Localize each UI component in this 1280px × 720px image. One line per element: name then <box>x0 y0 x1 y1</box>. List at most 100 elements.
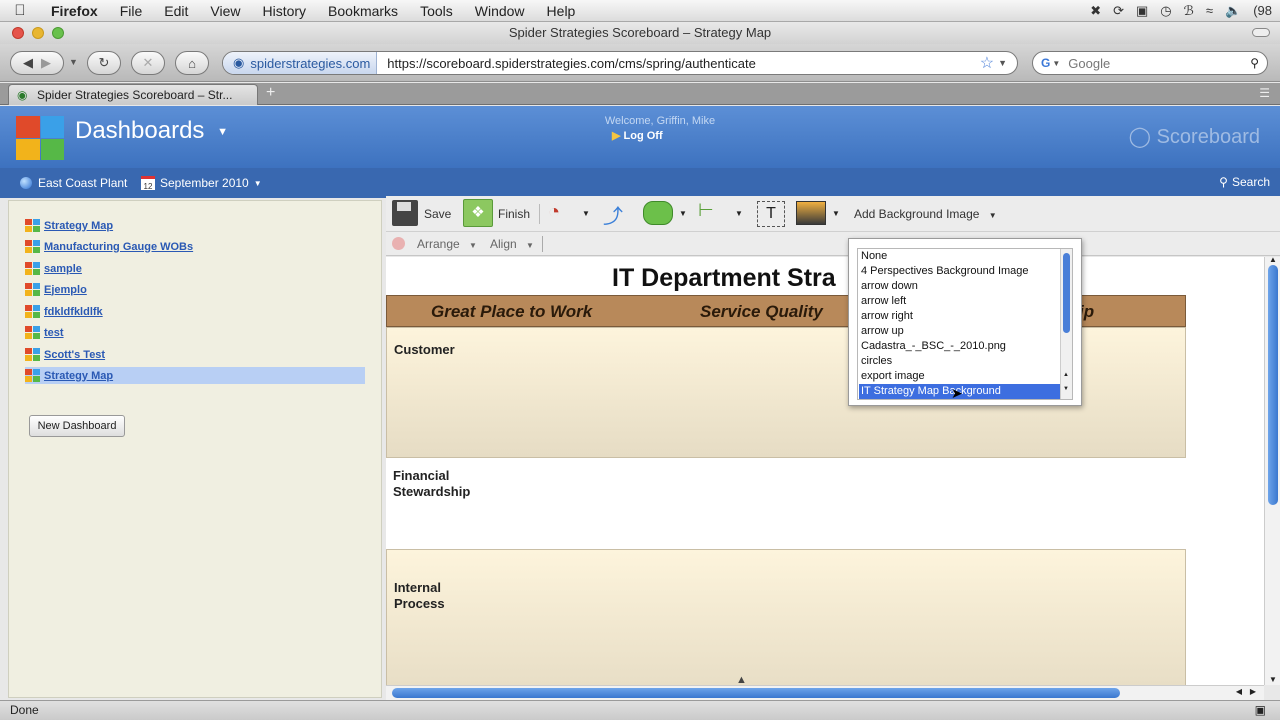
dashboards-title[interactable]: Dashboards ▼ <box>75 117 228 145</box>
display-icon[interactable]: ▣ <box>1136 3 1148 19</box>
reload-button[interactable]: ↻ <box>87 51 121 75</box>
bg-option-arrow-down[interactable]: arrow down <box>859 279 1061 294</box>
collapse-caret-icon[interactable]: ▲ <box>736 674 747 685</box>
menu-tools[interactable]: Tools <box>409 3 464 19</box>
scroll-left-icon[interactable]: ◀ <box>1236 687 1242 696</box>
scroll-up-icon[interactable]: ▲ <box>1063 372 1069 378</box>
bg-option-export-image[interactable]: export image <box>859 369 1061 384</box>
canvas-vertical-scrollbar[interactable]: ▲ ▼ <box>1264 255 1280 685</box>
time-machine-icon[interactable]: ◷ <box>1160 3 1171 19</box>
menu-app-name[interactable]: Firefox <box>40 3 109 19</box>
finish-button[interactable]: Finish <box>498 207 530 221</box>
chevron-down-icon[interactable]: ▼ <box>217 126 228 138</box>
dashboard-item-sample[interactable]: sample <box>25 260 365 277</box>
menu-window[interactable]: Window <box>464 3 536 19</box>
scroll-down-icon[interactable]: ▼ <box>1063 386 1069 392</box>
menu-edit[interactable]: Edit <box>153 3 199 19</box>
add-connector-icon[interactable]: ⤴ <box>603 200 633 228</box>
close-window-button[interactable] <box>12 27 24 39</box>
menu-history[interactable]: History <box>251 3 317 19</box>
search-input[interactable]: Google <box>1068 56 1250 71</box>
toolbar-toggle-button[interactable] <box>1252 28 1270 37</box>
scroll-down-icon[interactable]: ▼ <box>1269 675 1277 684</box>
dashboard-item-strategy-map[interactable]: Strategy Map <box>25 217 365 234</box>
new-dashboard-button[interactable]: New Dashboard <box>29 415 125 437</box>
apple-icon[interactable]:  <box>0 2 40 19</box>
site-identity-button[interactable]: ◉ spiderstrategies.com <box>223 52 378 74</box>
add-tree-dropdown-icon[interactable]: ▼ <box>735 209 743 218</box>
dashboard-item-strategy-map-selected[interactable]: Strategy Map <box>25 367 365 384</box>
dashboard-item-scotts-test[interactable]: Scott's Test <box>25 346 365 363</box>
arrange-menu[interactable]: Arrange ▼ <box>417 237 477 251</box>
bg-option-cadastra[interactable]: Cadastra_-_BSC_-_2010.png <box>859 339 1061 354</box>
tab-scoreboard[interactable]: ◉ Spider Strategies Scoreboard – Str... <box>8 84 258 105</box>
row-band-internal-process[interactable]: Internal Process <box>386 549 1186 685</box>
listbox-scrollbar[interactable]: ▲ ▼ <box>1060 249 1072 399</box>
new-tab-button[interactable]: + <box>266 84 275 102</box>
close-x-icon[interactable]: ✖ <box>1090 3 1101 19</box>
organization-selector[interactable]: East Coast Plant <box>20 176 127 190</box>
text-tool-icon[interactable]: T <box>757 201 785 227</box>
search-link[interactable]: ⚲ Search <box>1219 175 1270 189</box>
magnifier-icon[interactable]: ⚲ <box>1250 56 1259 70</box>
menu-help[interactable]: Help <box>536 3 587 19</box>
stop-button[interactable]: ✕ <box>131 51 165 75</box>
google-icon[interactable]: G <box>1041 56 1050 70</box>
bg-option-arrow-left[interactable]: arrow left <box>859 294 1061 309</box>
scroll-right-icon[interactable]: ▶ <box>1250 687 1256 696</box>
url-text[interactable]: https://scoreboard.spiderstrategies.com/… <box>377 56 979 71</box>
listbox-scroll-thumb[interactable] <box>1063 253 1070 333</box>
save-button[interactable]: Save <box>424 207 451 221</box>
add-gauge-icon[interactable]: ◔ <box>548 201 576 227</box>
menu-bookmarks[interactable]: Bookmarks <box>317 3 409 19</box>
add-shape-icon[interactable] <box>643 201 673 225</box>
background-image-listbox[interactable]: None 4 Perspectives Background Image arr… <box>857 248 1073 400</box>
log-off-link[interactable]: ▶ Log Off <box>612 129 663 142</box>
add-shape-dropdown-icon[interactable]: ▼ <box>679 209 687 218</box>
history-dropdown-icon[interactable]: ▼ <box>69 57 78 67</box>
period-selector[interactable]: 12 September 2010 ▼ <box>141 176 262 191</box>
add-background-image-button[interactable]: Add Background Image ▼ <box>854 207 997 221</box>
canvas-horizontal-scrollbar[interactable]: ◀ ▶ <box>386 685 1264 700</box>
dashboard-item-ejemplo[interactable]: Ejemplo <box>25 281 365 298</box>
bookmark-star-icon[interactable]: ☆ <box>980 53 994 73</box>
wifi-icon[interactable]: ≈ <box>1206 3 1213 19</box>
minimize-window-button[interactable] <box>32 27 44 39</box>
bluetooth-icon[interactable]: ℬ <box>1184 3 1194 19</box>
add-image-dropdown-icon[interactable]: ▼ <box>832 209 840 218</box>
volume-icon[interactable]: 🔈 <box>1225 3 1241 19</box>
dashboard-item-test[interactable]: test <box>25 324 365 341</box>
dashboard-item-fdkldfkldlfk[interactable]: fdkldfkldlfk <box>25 303 365 320</box>
bg-option-circles[interactable]: circles <box>859 354 1061 369</box>
bg-option-arrow-right[interactable]: arrow right <box>859 309 1061 324</box>
align-menu[interactable]: Align ▼ <box>490 237 534 251</box>
strategy-map-canvas[interactable]: IT Department Stra Great Place to Work S… <box>386 257 1264 685</box>
horizontal-scroll-thumb[interactable] <box>392 688 1120 698</box>
bg-option-none[interactable]: None <box>859 249 1061 264</box>
tab-list-icon[interactable]: ☰ <box>1259 86 1270 100</box>
search-bar[interactable]: G ▼ Google ⚲ <box>1032 51 1268 75</box>
sync-icon[interactable]: ⟳ <box>1113 3 1124 19</box>
add-gauge-dropdown-icon[interactable]: ▼ <box>582 209 590 218</box>
home-button[interactable]: ⌂ <box>175 51 209 75</box>
bg-option-4-perspectives[interactable]: 4 Perspectives Background Image <box>859 264 1061 279</box>
add-tree-icon[interactable]: ⊢ <box>698 200 728 226</box>
scroll-up-icon[interactable]: ▲ <box>1269 255 1277 264</box>
finish-icon[interactable]: ❖ <box>463 199 493 227</box>
url-bar[interactable]: ◉ spiderstrategies.com https://scoreboar… <box>222 51 1018 75</box>
delete-icon[interactable] <box>392 237 405 250</box>
menu-view[interactable]: View <box>199 3 251 19</box>
forward-icon[interactable]: ▶ <box>41 55 51 71</box>
menu-file[interactable]: File <box>109 3 154 19</box>
zoom-window-button[interactable] <box>52 27 64 39</box>
vertical-scroll-thumb[interactable] <box>1268 265 1278 505</box>
add-image-icon[interactable] <box>796 201 826 225</box>
map-title[interactable]: IT Department Stra <box>612 264 836 293</box>
dashboard-item-manufacturing-gauge[interactable]: Manufacturing Gauge WOBs <box>25 238 365 255</box>
back-icon[interactable]: ◀ <box>23 55 33 71</box>
battery-indicator[interactable]: (98 <box>1253 3 1272 19</box>
url-dropdown-icon[interactable]: ▼ <box>998 58 1007 68</box>
save-icon[interactable] <box>392 200 418 226</box>
search-engine-dropdown-icon[interactable]: ▼ <box>1052 59 1060 68</box>
bg-option-arrow-up[interactable]: arrow up <box>859 324 1061 339</box>
